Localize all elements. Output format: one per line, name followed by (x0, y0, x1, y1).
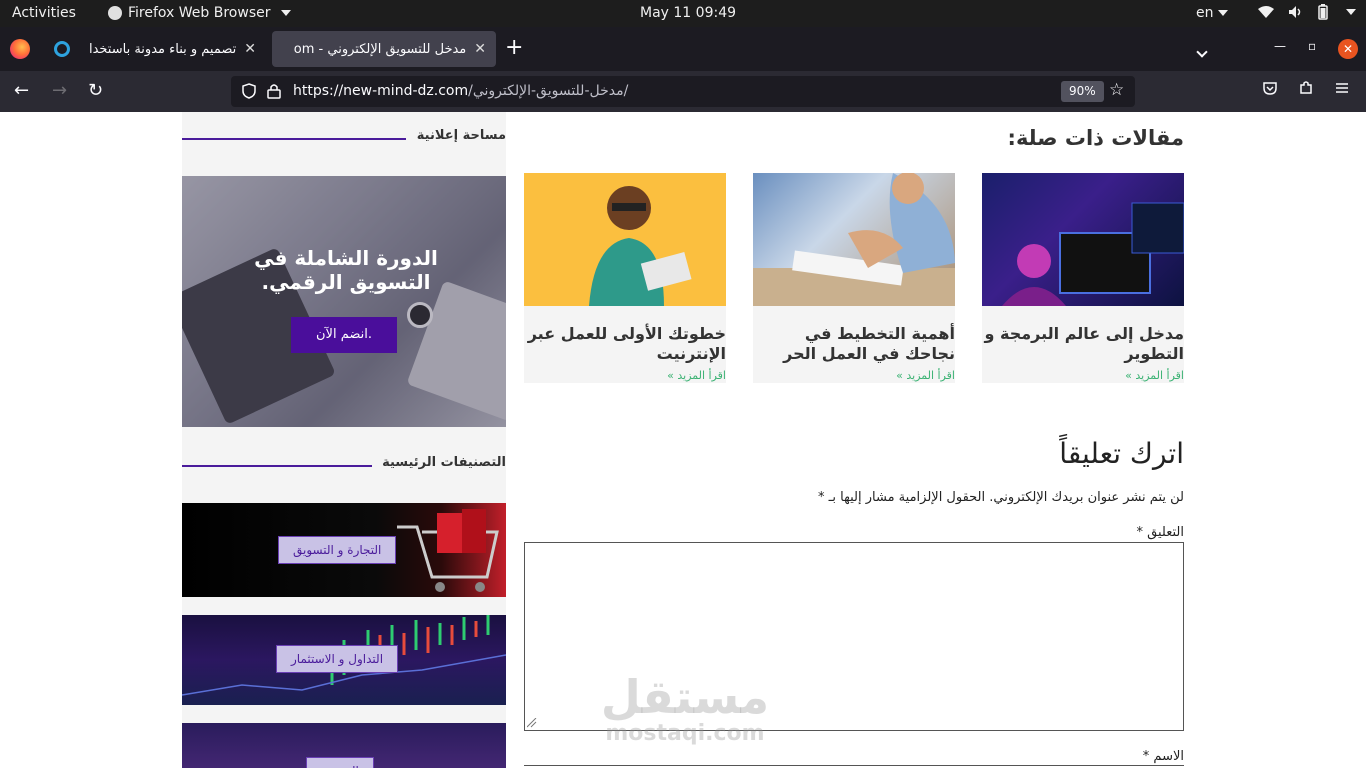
read-more-link[interactable]: اقرأ المزيد » (755, 369, 955, 382)
battery-icon (1318, 4, 1328, 20)
category-button-programming[interactable]: البرمجة (306, 757, 374, 768)
man-with-laptop-image (589, 186, 692, 306)
list-all-tabs-button[interactable] (1196, 41, 1208, 60)
site-favicon-icon (54, 41, 70, 57)
name-label: الاسم * (1142, 749, 1184, 764)
sidebar: مساحة إعلانية الدورة الشاملة في التسويق … (182, 112, 506, 768)
category-tile-programming[interactable]: البرمجة (182, 723, 506, 768)
close-window-button[interactable]: ✕ (1338, 39, 1358, 59)
watermark-latin: mostaqi.com (605, 721, 765, 746)
hamburger-menu-icon[interactable] (1334, 80, 1350, 96)
minimize-button[interactable]: — (1274, 39, 1286, 53)
related-article-card[interactable]: أهمية التخطيط في نجاحك في العمل الحر اقر… (753, 173, 955, 383)
pocket-icon[interactable] (1262, 80, 1278, 96)
divider (182, 138, 406, 140)
related-article-card[interactable]: مدخل إلى عالم البرمجة و التطوير اقرأ الم… (982, 173, 1184, 383)
watermark-arabic: مستقل (600, 670, 770, 724)
article-title[interactable]: مدخل إلى عالم البرمجة و التطوير (984, 324, 1184, 364)
chevron-down-icon (280, 10, 291, 16)
forward-button[interactable]: → (52, 80, 67, 102)
tab-blog-design[interactable]: تصميم و بناء مدونة باستخدا ✕ (44, 31, 266, 67)
category-button-commerce[interactable]: التجارة و التسويق (278, 536, 397, 564)
firefox-icon (108, 6, 122, 20)
language-label: en (1196, 5, 1214, 21)
mostaqi-watermark: مستقل mostaqi.com (600, 672, 770, 746)
app-menu[interactable]: Firefox Web Browser (108, 5, 291, 21)
back-button[interactable]: ← (14, 80, 29, 102)
email-privacy-notice: لن يتم نشر عنوان بريدك الإلكتروني. الحقو… (817, 490, 1184, 505)
navigation-toolbar: ← → ↻ https://new-mind-dz.com/مدخل-للتسو… (0, 71, 1366, 112)
clock[interactable]: May 11 09:49 (640, 5, 736, 21)
close-tab-icon[interactable]: ✕ (474, 41, 486, 57)
language-indicator[interactable]: en (1196, 5, 1228, 21)
programmer-image (1002, 202, 1184, 306)
ad-title: الدورة الشاملة في التسويق الرقمي. (254, 246, 438, 294)
article-thumbnail[interactable] (753, 173, 955, 306)
related-articles-title: مقالات ذات صلة: (1007, 126, 1184, 150)
chevron-down-icon (1217, 10, 1228, 16)
tab-digital-marketing[interactable]: مدخل للتسويق الإلكتروني - om ✕ (272, 31, 496, 67)
comment-label: التعليق * (1136, 525, 1184, 540)
app-menu-label: Firefox Web Browser (128, 5, 271, 21)
chevron-down-icon (1196, 46, 1208, 58)
system-top-bar: Activities Firefox Web Browser May 11 09… (0, 0, 1366, 27)
resize-handle-icon[interactable] (527, 718, 537, 728)
activities-button[interactable]: Activities (12, 5, 76, 21)
tracking-protection-shield-icon[interactable] (241, 83, 257, 99)
divider (182, 465, 372, 467)
ad-section-header: مساحة إعلانية (182, 128, 506, 148)
leave-comment-title: اترك تعليقاً (1059, 437, 1184, 470)
address-bar[interactable]: https://new-mind-dz.com/مدخل-للتسويق-الإ… (231, 76, 1135, 107)
reload-button[interactable]: ↻ (88, 80, 103, 102)
ad-banner[interactable]: الدورة الشاملة في التسويق الرقمي. انضم ا… (182, 176, 506, 427)
categories-section-title: التصنيفات الرئيسية (382, 455, 506, 470)
article-thumbnail[interactable] (982, 173, 1184, 306)
read-more-link[interactable]: اقرأ المزيد » (984, 369, 1184, 382)
zoom-indicator[interactable]: 90% (1061, 81, 1104, 102)
article-title[interactable]: أهمية التخطيط في نجاحك في العمل الحر (755, 324, 955, 364)
category-tile-trading[interactable]: التداول و الاستثمار (182, 615, 506, 705)
wifi-icon (1258, 6, 1274, 18)
article-thumbnail[interactable] (524, 173, 726, 306)
tab-title: مدخل للتسويق الإلكتروني - om (293, 41, 467, 57)
system-tray[interactable] (1258, 4, 1356, 20)
bookmark-star-icon[interactable]: ☆ (1109, 80, 1124, 100)
shopping-cart-icon (397, 509, 499, 592)
maximize-button[interactable]: ▫ (1308, 39, 1316, 53)
categories-section-header: التصنيفات الرئيسية (182, 455, 506, 475)
overlay (182, 176, 506, 427)
planning-image (753, 173, 955, 306)
tab-title: تصميم و بناء مدونة باستخدا (88, 41, 237, 57)
volume-icon (1289, 6, 1301, 18)
new-tab-button[interactable]: + (505, 36, 523, 60)
url-domain: https://new-mind-dz.com (293, 83, 469, 99)
read-more-link[interactable]: اقرأ المزيد » (526, 369, 726, 382)
ad-section-title: مساحة إعلانية (416, 128, 506, 143)
web-page: مساحة إعلانية الدورة الشاملة في التسويق … (0, 112, 1366, 768)
category-tile-commerce[interactable]: التجارة و التسويق (182, 503, 506, 597)
category-button-trading[interactable]: التداول و الاستثمار (276, 645, 399, 673)
related-article-card[interactable]: خطوتك الأولى للعمل عبر الإنترنيت اقرأ ال… (524, 173, 726, 383)
url-path: /مدخل-للتسويق-الإلكتروني/ (468, 83, 629, 99)
join-now-button[interactable]: انضم الآن. (291, 317, 397, 353)
tab-strip: تصميم و بناء مدونة باستخدا ✕ مدخل للتسوي… (0, 27, 1366, 71)
close-tab-icon[interactable]: ✕ (244, 41, 256, 57)
firefox-view-icon[interactable] (10, 39, 30, 59)
lock-icon[interactable] (267, 83, 281, 99)
chevron-down-icon (1346, 9, 1356, 15)
extensions-icon[interactable] (1298, 80, 1314, 96)
url-text: https://new-mind-dz.com/مدخل-للتسويق-الإ… (293, 83, 628, 99)
article-title[interactable]: خطوتك الأولى للعمل عبر الإنترنيت (526, 324, 726, 364)
